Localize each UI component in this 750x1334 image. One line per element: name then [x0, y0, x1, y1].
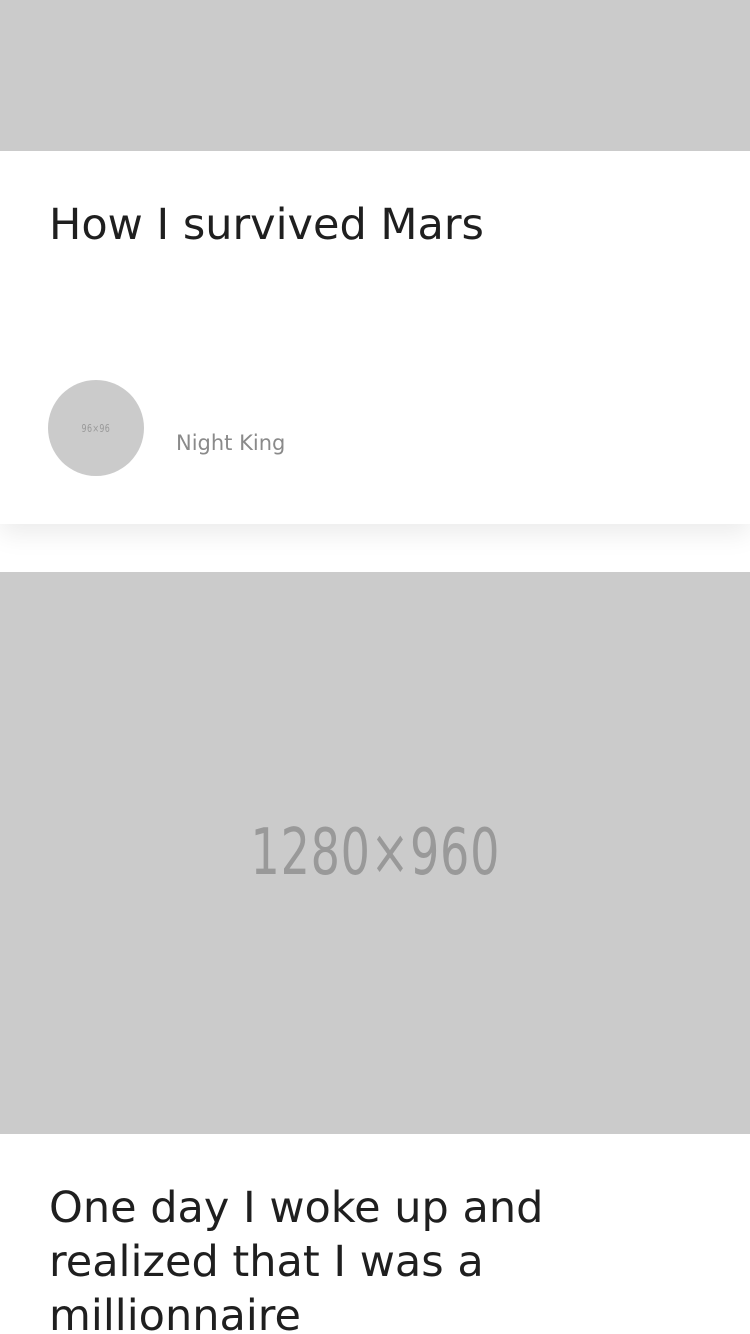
post-cover-image[interactable]: 1280×960	[0, 572, 750, 1134]
post-cover-image[interactable]	[0, 0, 750, 151]
post-card[interactable]: 1280×960 One day I woke up and realized …	[0, 572, 750, 1334]
post-title[interactable]: One day I woke up and realized that I wa…	[49, 1181, 709, 1334]
post-feed: How I survived Mars 96×96 Night King 128…	[0, 0, 750, 1334]
avatar-placeholder-label: 96×96	[81, 421, 111, 435]
post-card[interactable]: How I survived Mars 96×96 Night King	[0, 0, 750, 524]
post-title[interactable]: How I survived Mars	[49, 198, 709, 252]
author-avatar[interactable]: 96×96	[48, 380, 144, 476]
cover-placeholder-label: 1280×960	[250, 816, 500, 890]
author-name[interactable]: Night King	[176, 428, 285, 458]
